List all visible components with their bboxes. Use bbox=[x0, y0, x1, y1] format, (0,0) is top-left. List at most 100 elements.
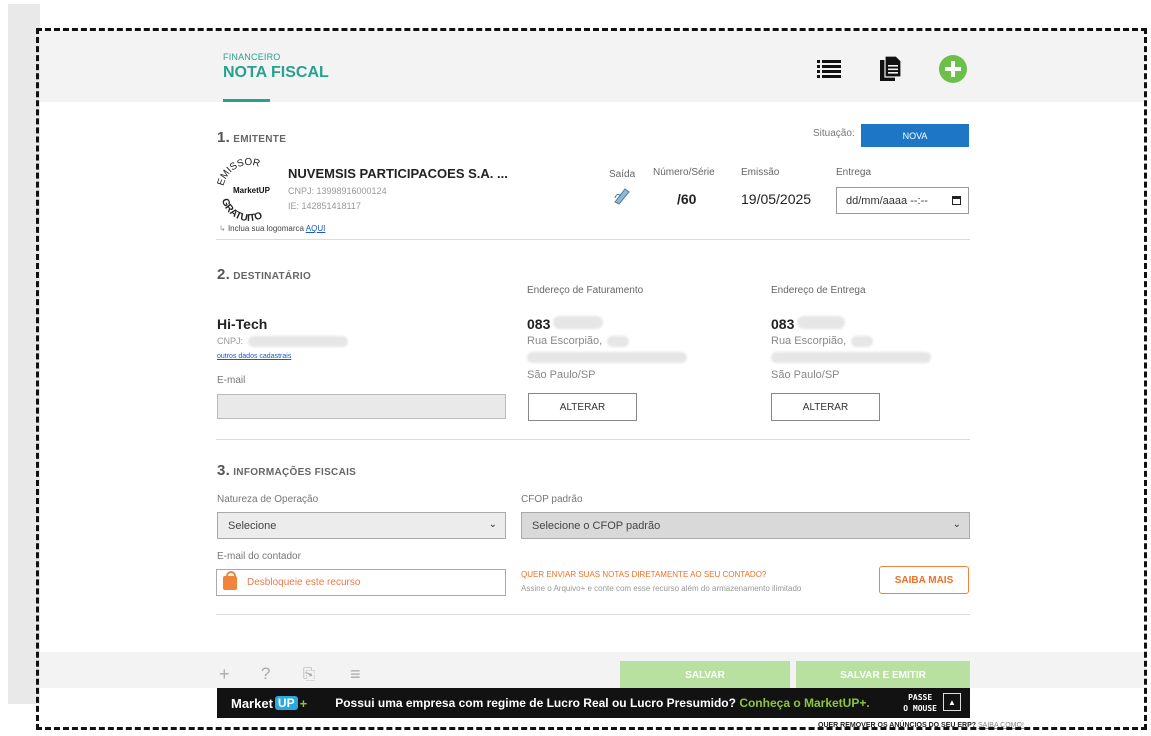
add-icon[interactable] bbox=[939, 55, 967, 83]
list-icon[interactable] bbox=[815, 55, 843, 83]
recipient-email-label: E-mail bbox=[217, 375, 246, 386]
saida-pen-icon[interactable] bbox=[612, 186, 632, 206]
recipient-email-field[interactable] bbox=[217, 394, 506, 419]
ad-expand-icon[interactable]: ▲ bbox=[943, 693, 961, 711]
page: FINANCEIRO NOTA FISCAL 1. EMITENTE Situa… bbox=[0, 0, 1151, 736]
redacted-billing-district bbox=[527, 352, 687, 363]
ad-message: Possui uma empresa com regime de Lucro R… bbox=[335, 696, 870, 710]
billing-address-street: Rua Escorpião, bbox=[527, 335, 603, 347]
section-number: 1. bbox=[217, 129, 231, 146]
promo-subtitle: Assine o Arquivo+ e conte com esse recur… bbox=[521, 584, 802, 593]
delivery-address-street: Rua Escorpião, bbox=[771, 335, 847, 347]
redacted-delivery-district bbox=[771, 352, 931, 363]
menu-icon[interactable]: ≡ bbox=[350, 664, 361, 685]
section-fiscal-title: 3. INFORMAÇÕES FISCAIS bbox=[217, 462, 356, 479]
section-emitente-title: 1. EMITENTE bbox=[217, 129, 286, 146]
billing-alterar-button[interactable]: ALTERAR bbox=[528, 393, 637, 421]
natureza-select[interactable]: Selecione ⌄ bbox=[217, 512, 506, 539]
logo-hint: ↳ Inclua sua logomarca AQUI bbox=[219, 224, 326, 233]
help-icon[interactable]: ? bbox=[261, 664, 270, 684]
logo-upload-link[interactable]: AQUI bbox=[306, 224, 326, 233]
copy-icon[interactable]: ⎘ bbox=[303, 666, 315, 683]
divider bbox=[216, 439, 970, 440]
emissor-gratuito-seal: EMISSOR GRATUITO MarketUP bbox=[213, 155, 285, 227]
marketup-logo: Market UP + bbox=[231, 696, 307, 711]
remove-ads-text: QUER REMOVER OS ANÚNCIOS DO SEU ERP? SAI… bbox=[818, 722, 1024, 729]
ad-pause-line2: O MOUSE bbox=[903, 704, 937, 713]
delivery-address-city: São Paulo/SP bbox=[771, 369, 840, 381]
billing-address-city: São Paulo/SP bbox=[527, 369, 596, 381]
logo-hint-text: Inclua sua logomarca bbox=[227, 224, 304, 233]
section-number: 2. bbox=[217, 266, 231, 283]
ad-pause-hint: PASSE O MOUSE bbox=[903, 692, 937, 714]
document-icon[interactable] bbox=[877, 55, 905, 83]
company-ie: IE: 142851418117 bbox=[288, 201, 361, 211]
company-cnpj: CNPJ: 13998916000124 bbox=[288, 186, 387, 196]
redacted-delivery-number bbox=[851, 336, 873, 347]
add-icon[interactable]: + bbox=[219, 664, 230, 685]
status-label: Situação: bbox=[813, 128, 855, 139]
redacted-delivery-code bbox=[797, 316, 845, 329]
calendar-icon[interactable] bbox=[952, 196, 961, 205]
ad-brand-plus: + bbox=[299, 695, 308, 711]
email-contador-label: E-mail do contador bbox=[217, 551, 301, 562]
remove-ads-question: QUER REMOVER OS ANÚNCIOS DO SEU ERP? bbox=[818, 722, 977, 729]
ad-brand-up: UP bbox=[274, 696, 298, 710]
entrega-date-input[interactable]: dd/mm/aaaa --:-- bbox=[836, 187, 969, 214]
section-label: DESTINATÁRIO bbox=[233, 271, 312, 282]
redacted-billing-number bbox=[607, 336, 629, 347]
ad-banner[interactable]: Market UP + Possui uma empresa com regime … bbox=[217, 688, 970, 718]
chevron-down-icon: ⌄ bbox=[952, 519, 961, 530]
svg-text:GRATUITO: GRATUITO bbox=[219, 197, 264, 224]
section-label: INFORMAÇÕES FISCAIS bbox=[233, 467, 357, 478]
chevron-down-icon: ⌄ bbox=[488, 519, 497, 530]
recipient-name: Hi-Tech bbox=[217, 316, 268, 332]
delivery-address-label: Endereço de Entrega bbox=[771, 285, 866, 296]
recipient-cnpj-label: CNPJ: bbox=[217, 336, 244, 346]
redacted-billing-code bbox=[553, 316, 603, 329]
redacted-cnpj bbox=[248, 336, 348, 347]
saida-label: Saída bbox=[609, 169, 636, 180]
billing-address-label: Endereço de Faturamento bbox=[527, 285, 644, 296]
numero-label: Número/Série bbox=[653, 167, 715, 178]
svg-text:MarketUP: MarketUP bbox=[233, 186, 271, 195]
page-title: NOTA FISCAL bbox=[223, 64, 329, 81]
emissao-value: 19/05/2025 bbox=[741, 191, 812, 207]
other-data-link[interactable]: outros dados cadastrais bbox=[217, 353, 291, 360]
status-badge: NOVA bbox=[861, 124, 969, 147]
emissao-label: Emissão bbox=[741, 167, 780, 178]
cfop-label: CFOP padrão bbox=[521, 494, 583, 505]
divider bbox=[216, 614, 970, 615]
entrega-placeholder: dd/mm/aaaa --:-- bbox=[846, 194, 928, 207]
promo-title: QUER ENVIAR SUAS NOTAS DIRETAMENTE AO SE… bbox=[521, 570, 767, 579]
ad-highlight-link[interactable]: Conheça o MarketUP+. bbox=[739, 696, 869, 710]
title-underline bbox=[223, 99, 270, 102]
email-contador-locked-field[interactable]: Desbloqueie este recurso bbox=[216, 569, 506, 596]
header-band bbox=[40, 30, 1144, 102]
ad-text: Possui uma empresa com regime de Lucro R… bbox=[335, 696, 736, 710]
section-number: 3. bbox=[217, 462, 231, 479]
entrega-label: Entrega bbox=[836, 167, 872, 178]
ad-brand: Market bbox=[231, 695, 273, 711]
unlock-feature-text: Desbloqueie este recurso bbox=[247, 577, 361, 588]
cfop-select[interactable]: Selecione o CFOP padrão ⌄ bbox=[521, 512, 970, 539]
natureza-selected: Selecione bbox=[228, 519, 277, 532]
save-button[interactable]: SALVAR bbox=[620, 661, 790, 689]
delivery-alterar-button[interactable]: ALTERAR bbox=[771, 393, 880, 421]
divider bbox=[216, 239, 970, 240]
natureza-label: Natureza de Operação bbox=[217, 494, 319, 505]
numero-value: /60 bbox=[677, 191, 697, 207]
remove-ads-link[interactable]: SAIBA COMO! bbox=[978, 722, 1024, 729]
cfop-selected: Selecione o CFOP padrão bbox=[532, 519, 661, 532]
svg-text:EMISSOR: EMISSOR bbox=[216, 157, 262, 187]
delivery-address-code: 083 bbox=[771, 316, 795, 332]
section-destinatario-title: 2. DESTINATÁRIO bbox=[217, 266, 311, 283]
billing-address-code: 083 bbox=[527, 316, 551, 332]
company-name: NUVEMSIS PARTICIPACOES S.A. ... bbox=[288, 166, 508, 181]
ad-pause-line1: PASSE bbox=[908, 693, 933, 702]
saiba-mais-button[interactable]: SAIBA MAIS bbox=[879, 566, 969, 594]
footer-toolbar bbox=[40, 652, 1144, 688]
save-and-emit-button[interactable]: SALVAR E EMITIR bbox=[796, 661, 970, 689]
breadcrumb: FINANCEIRO bbox=[223, 52, 281, 62]
lock-icon bbox=[223, 570, 237, 590]
